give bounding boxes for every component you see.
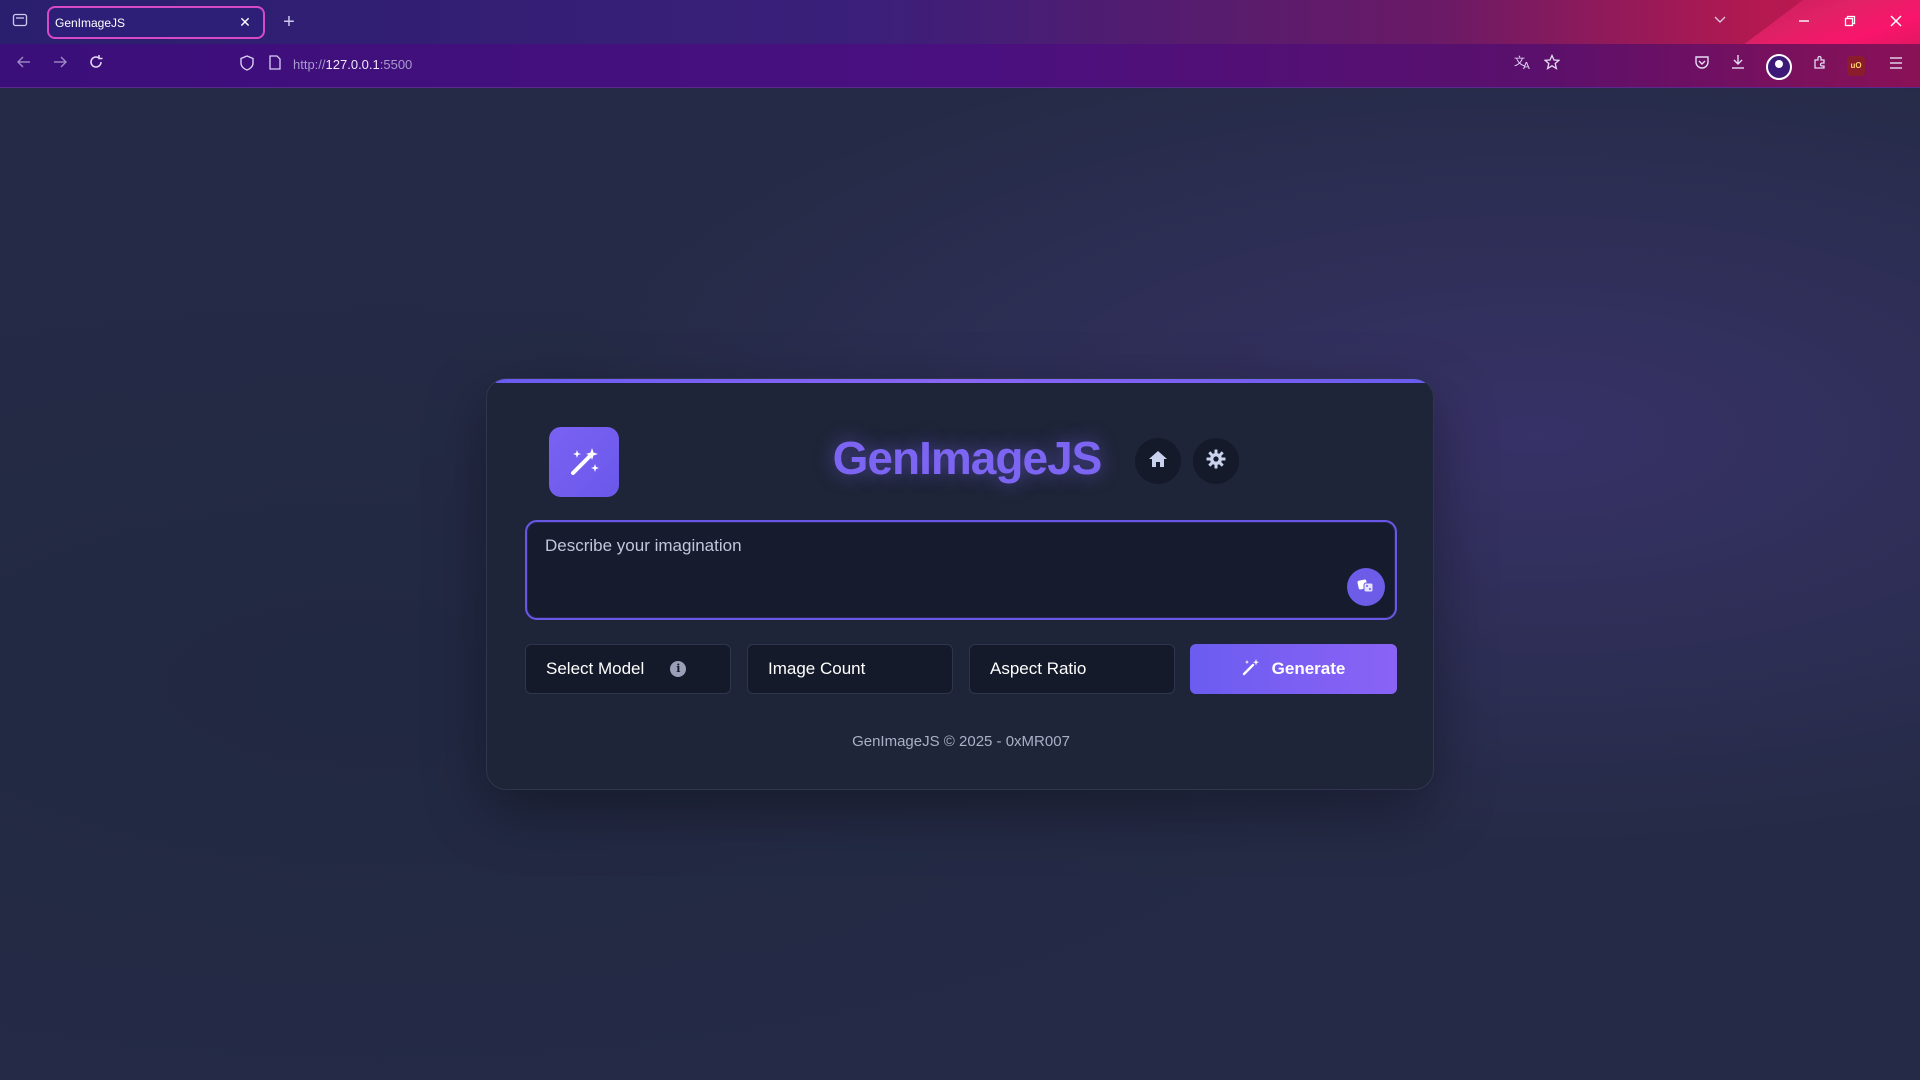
new-tab-button[interactable]: + — [279, 10, 299, 34]
browser-nav-bar: http://127.0.0.1:5500 文A — [0, 44, 1920, 88]
download-icon[interactable] — [1726, 54, 1750, 78]
close-window-icon[interactable] — [1884, 10, 1908, 34]
model-select[interactable]: Select Model i — [525, 644, 731, 694]
extensions-icon[interactable] — [1808, 54, 1832, 78]
prompt-container — [525, 520, 1397, 620]
url-scheme: http:// — [293, 57, 326, 72]
url-bar[interactable]: http://127.0.0.1:5500 — [293, 57, 412, 72]
tab-genimagejs[interactable]: GenImageJS ✕ — [47, 6, 265, 39]
image-count-label: Image Count — [768, 659, 866, 678]
back-arrow-icon[interactable] — [12, 54, 36, 78]
restore-icon[interactable] — [1838, 10, 1862, 34]
dice-icon — [1357, 577, 1375, 598]
info-icon[interactable]: i — [670, 661, 687, 677]
translate-icon[interactable]: 文A — [1511, 54, 1535, 78]
star-icon[interactable] — [1540, 53, 1564, 78]
prompt-input[interactable] — [545, 536, 1335, 606]
random-prompt-button[interactable] — [1347, 568, 1385, 606]
tab-title: GenImageJS — [55, 15, 126, 30]
generate-button[interactable]: Generate — [1190, 644, 1397, 694]
generator-card: GenImageJS Describe your imagination Sel… — [486, 378, 1434, 790]
generate-label: Generate — [1271, 659, 1346, 678]
reload-icon[interactable] — [84, 54, 108, 78]
shield-icon[interactable] — [238, 54, 256, 78]
tab-list-icon[interactable] — [10, 12, 30, 32]
browser-tab-bar: GenImageJS ✕ + — [0, 0, 1920, 88]
gear-icon — [1206, 449, 1226, 474]
aspect-ratio-label: Aspect Ratio — [990, 659, 1087, 678]
account-icon[interactable] — [1766, 54, 1792, 80]
magic-wand-icon — [549, 427, 619, 497]
home-icon — [1148, 450, 1168, 473]
forward-arrow-icon[interactable] — [48, 54, 72, 78]
minimize-icon[interactable] — [1792, 10, 1816, 34]
home-button[interactable] — [1135, 438, 1181, 484]
page-viewport: GenImageJS Describe your imagination Sel… — [0, 88, 1920, 1080]
url-port: :5500 — [379, 57, 413, 72]
svg-text:A: A — [1523, 61, 1530, 70]
footer-copyright: GenImageJS © 2025 - 0xMR007 — [852, 733, 1070, 750]
hamburger-menu-icon[interactable] — [1884, 54, 1908, 78]
settings-button[interactable] — [1193, 438, 1239, 484]
image-count-select[interactable]: Image Count — [747, 644, 953, 694]
ublock-icon[interactable]: uO — [1847, 56, 1865, 76]
model-select-label: Select Model — [546, 659, 645, 678]
aspect-ratio-select[interactable]: Aspect Ratio — [969, 644, 1175, 694]
pocket-icon[interactable] — [1690, 54, 1714, 78]
card-accent-line — [495, 379, 1427, 383]
url-host: 127.0.0.1 — [325, 57, 380, 72]
magic-wand-icon — [1242, 658, 1260, 681]
chevron-down-icon[interactable] — [1713, 12, 1727, 29]
tab-close-icon[interactable]: ✕ — [237, 14, 253, 31]
app-title: GenImageJS — [832, 432, 1103, 484]
page-icon[interactable] — [266, 54, 284, 78]
